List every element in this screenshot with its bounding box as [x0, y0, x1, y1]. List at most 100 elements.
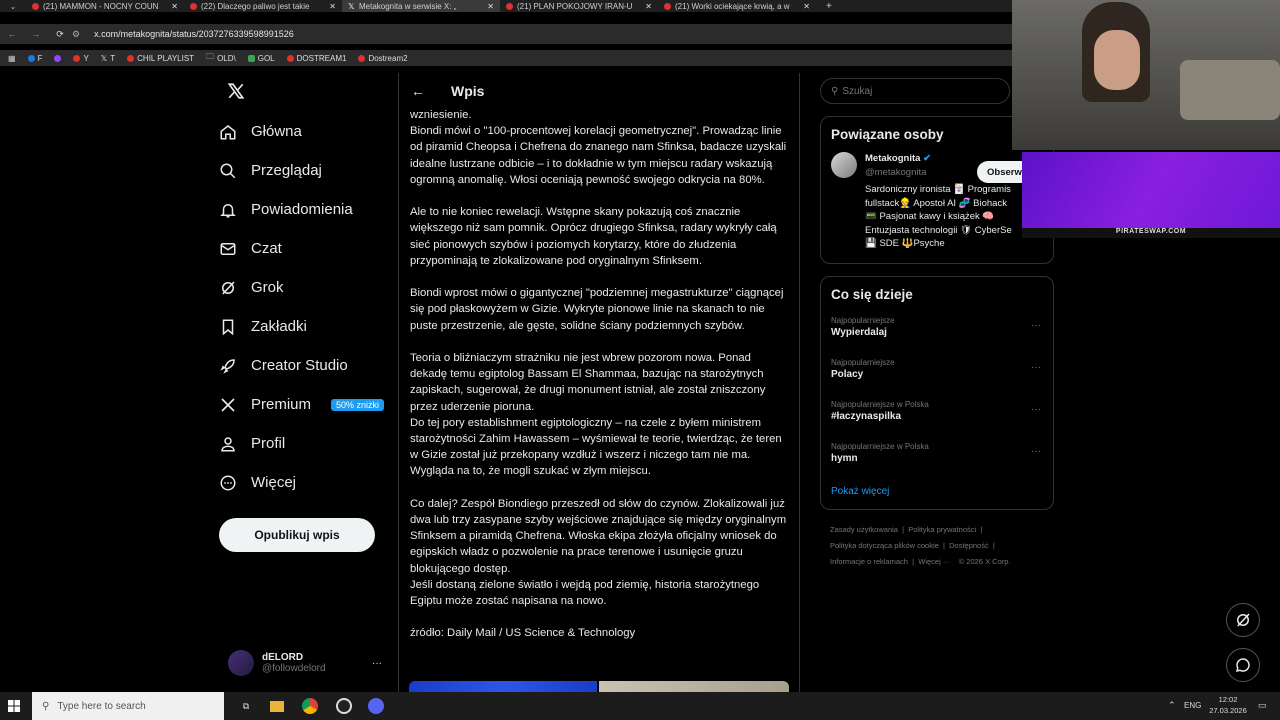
new-tab-button[interactable]: +: [816, 1, 832, 12]
file-explorer-icon[interactable]: [270, 700, 284, 712]
trend-item[interactable]: Najpopularniejsze Polacy ···: [821, 354, 1053, 396]
windows-start-icon[interactable]: [8, 700, 20, 712]
account-switcher[interactable]: dELORD @followdelord ···: [228, 646, 388, 680]
task-view-icon[interactable]: ⧉: [236, 701, 256, 712]
footer-link[interactable]: Informacje o reklamach: [830, 557, 908, 566]
footer-link[interactable]: Dostępność: [949, 541, 989, 550]
account-handle: @followdelord: [262, 663, 326, 674]
close-icon[interactable]: ✕: [487, 2, 494, 11]
post-paragraph: Teoria o bliźniaczym strażniku nie jest …: [410, 352, 766, 413]
bookmark-item[interactable]: 𝕏T: [101, 54, 115, 63]
bookmark-item[interactable]: CHIL PLAYLIST: [127, 54, 194, 63]
folder-icon: 🗀: [206, 52, 215, 61]
trends-title: Co się dzieje: [831, 287, 913, 302]
grok-float-button[interactable]: [1226, 603, 1260, 637]
bookmark-item[interactable]: Dostream2: [358, 54, 408, 63]
notifications-icon[interactable]: ▭: [1258, 700, 1267, 711]
close-icon[interactable]: ✕: [329, 2, 336, 11]
sidebar-item-home[interactable]: Główna: [219, 112, 389, 151]
youtube-icon: [73, 54, 81, 62]
person-name[interactable]: Metakognita: [865, 153, 920, 164]
sidebar-item-notifications[interactable]: Powiadomienia: [219, 190, 389, 229]
chrome-icon[interactable]: [302, 698, 318, 714]
post-paragraph: Biondi mówi o "100-procentowej korelacji…: [410, 125, 787, 186]
browser-tab[interactable]: (21) PLAN POKOJOWY IRAN-U ✕: [500, 0, 658, 12]
more-options-icon[interactable]: ···: [1031, 446, 1041, 457]
footer-link[interactable]: Zasady użytkowania: [830, 525, 898, 534]
grok-icon: [222, 280, 235, 295]
back-arrow-icon[interactable]: ←: [411, 83, 425, 99]
account-menu-icon[interactable]: ···: [372, 658, 382, 669]
trend-item[interactable]: Najpopularniejsze w Polska #łaczynaspilk…: [821, 396, 1053, 438]
trend-item[interactable]: Najpopularniejsze Wypierdalaj ···: [821, 312, 1053, 354]
browser-tab[interactable]: (22) Dlaczego paliwo jest takie ✕: [184, 0, 342, 12]
tray-expand-icon[interactable]: ⌃: [1168, 700, 1176, 711]
post-paragraph: Biondi wprost mówi o gigantycznej "podzi…: [410, 287, 784, 332]
messages-float-button[interactable]: [1226, 648, 1260, 682]
more-options-icon[interactable]: ···: [1031, 404, 1041, 415]
apps-icon[interactable]: ▦: [8, 54, 16, 63]
forward-icon[interactable]: →: [24, 29, 48, 39]
bookmark-item[interactable]: [54, 54, 62, 62]
x-logo-icon[interactable]: [227, 82, 247, 102]
premium-discount-badge: 50% zniżki: [331, 398, 385, 411]
bookmark-item[interactable]: F: [27, 54, 42, 63]
footer-link[interactable]: Polityka dotycząca plików cookie: [830, 541, 939, 550]
browser-tab[interactable]: (21) MAMMON - NOCNY COUN ✕: [26, 0, 184, 12]
close-icon[interactable]: ✕: [803, 2, 810, 11]
person-icon: [221, 436, 235, 451]
close-icon[interactable]: ✕: [171, 2, 178, 11]
home-icon: [220, 124, 236, 139]
bookmark-folder[interactable]: 🗀 OLD\: [206, 51, 236, 65]
youtube-icon: [190, 2, 197, 10]
back-icon[interactable]: ←: [0, 29, 24, 39]
person-row[interactable]: Metakognita ✔ @metakognita Sardoniczny i…: [821, 142, 1053, 251]
sidebar-item-explore[interactable]: Przeglądaj: [219, 151, 389, 190]
discord-icon[interactable]: [368, 698, 384, 714]
taskbar-clock[interactable]: 12:02 27.03.2026: [1206, 694, 1250, 716]
post-source: źródło: Daily Mail / US Science & Techno…: [410, 627, 636, 640]
taskbar-search-input[interactable]: ⚲ Type here to search: [32, 692, 224, 720]
webcam-couch: [1180, 60, 1280, 120]
sidebar-item-more[interactable]: Więcej: [219, 463, 389, 502]
obs-icon[interactable]: [336, 698, 352, 714]
youtube-icon: [127, 54, 135, 62]
post-paragraph: Ale to nie koniec rewelacji. Wstępne ska…: [410, 206, 777, 267]
show-more-link[interactable]: Pokaż więcej: [821, 480, 1053, 503]
x-logo-icon: 𝕏: [348, 1, 355, 11]
x-logo-icon: [221, 397, 235, 412]
sidebar-item-chat[interactable]: Czat: [219, 229, 389, 268]
publish-post-button[interactable]: Opublikuj wpis: [219, 518, 375, 552]
bookmark-item[interactable]: GOL: [247, 54, 275, 63]
tab-menu-icon[interactable]: ⌄: [0, 2, 26, 11]
person-bio: Sardoniczny ironista 🃏 Programis fullsta…: [865, 184, 1012, 249]
search-input[interactable]: ⚲ Szukaj: [820, 78, 1010, 104]
youtube-icon: [506, 2, 513, 10]
footer-link[interactable]: Więcej ···: [918, 557, 950, 566]
copyright: © 2026 X Corp.: [958, 557, 1011, 566]
footer-link[interactable]: Polityka prywatności: [908, 525, 976, 534]
site-info-icon[interactable]: ⚙: [72, 29, 80, 40]
trend-item[interactable]: Najpopularniejsze w Polska hymn ···: [821, 438, 1053, 480]
windows-taskbar: ⚲ Type here to search ⧉ ⌃ ENG 12:02 27.0…: [0, 692, 1280, 720]
more-options-icon[interactable]: ···: [1031, 320, 1041, 331]
sidebar-item-premium[interactable]: Premium 50% zniżki: [219, 385, 389, 424]
sidebar-item-profile[interactable]: Profil: [219, 424, 389, 463]
bookmark-item[interactable]: DOSTREAM1: [286, 54, 346, 63]
avatar[interactable]: [831, 152, 857, 178]
language-indicator[interactable]: ENG: [1184, 701, 1201, 710]
sidebar-item-grok[interactable]: Grok: [219, 268, 389, 307]
more-circle-icon: [220, 475, 236, 490]
reload-icon[interactable]: ⟳: [48, 29, 72, 40]
sidebar-item-bookmarks[interactable]: Zakładki: [219, 307, 389, 346]
post-column: ← Wpis wzniesienie. Biondi mówi o "100-p…: [398, 73, 800, 693]
browser-tab[interactable]: (21) Worki ociekające krwią, a w ✕: [658, 0, 816, 12]
facebook-icon: [27, 54, 35, 62]
more-options-icon[interactable]: ···: [1031, 362, 1041, 373]
url-field[interactable]: x.com/metakognita/status/203727633959899…: [94, 29, 294, 39]
bookmark-item[interactable]: Y: [73, 54, 89, 63]
bookmark-icon: [222, 319, 234, 335]
browser-tab-active[interactable]: 𝕏 Metakognita w serwisie X: „ ✕: [342, 0, 500, 12]
close-icon[interactable]: ✕: [645, 2, 652, 11]
sidebar-item-creator-studio[interactable]: Creator Studio: [219, 346, 389, 385]
